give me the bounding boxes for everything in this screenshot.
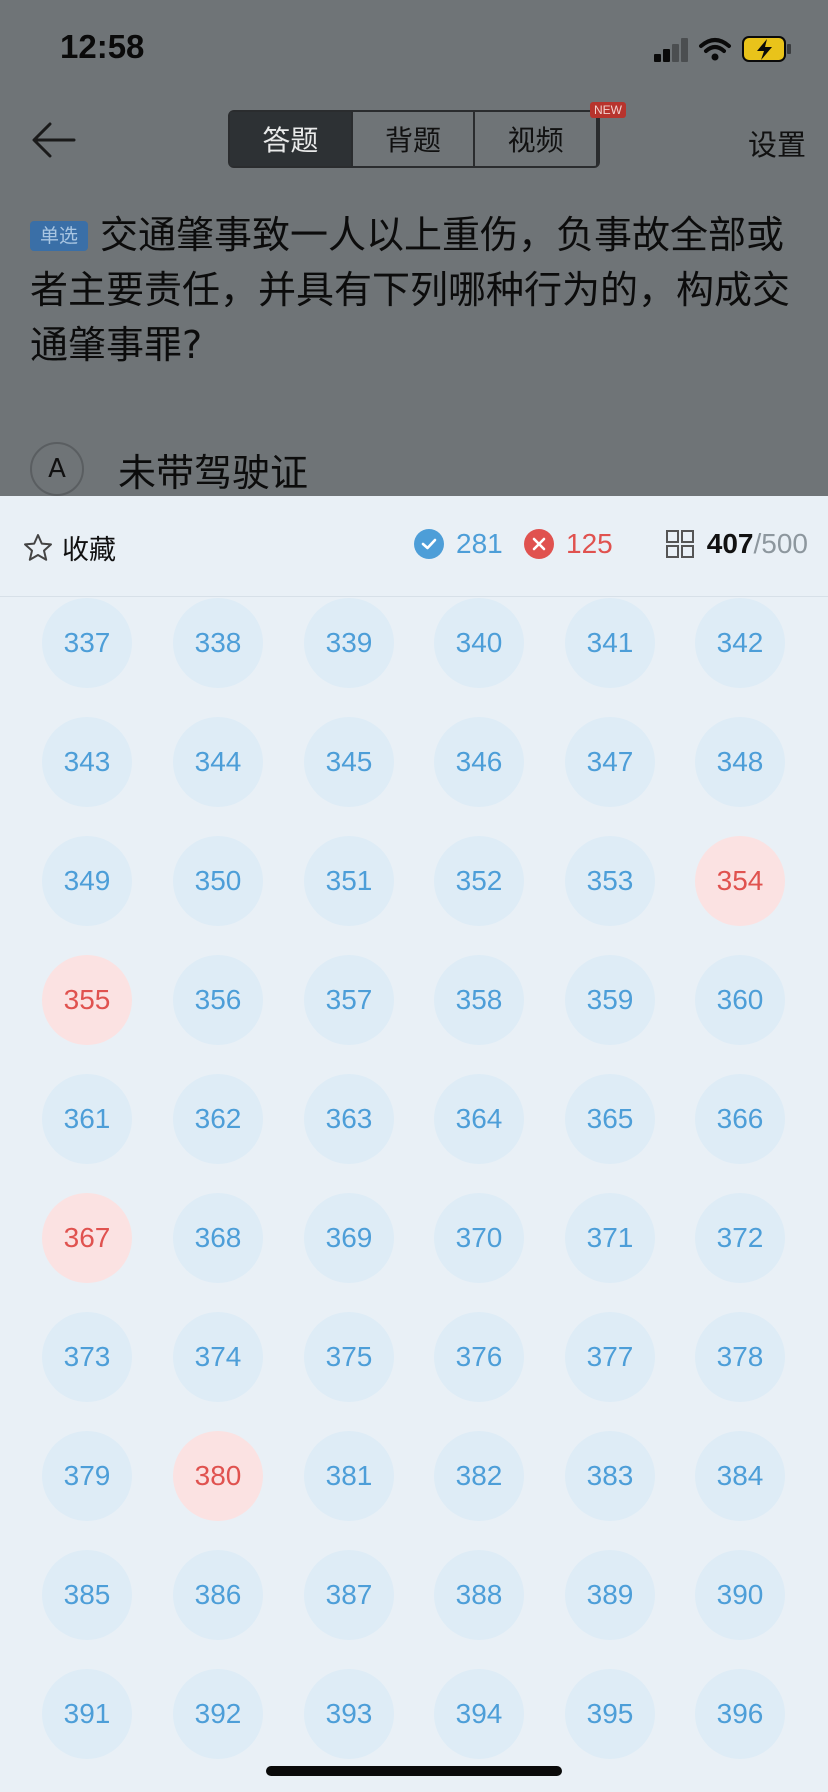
- question-number-cell[interactable]: 368: [173, 1193, 263, 1283]
- question-number-cell[interactable]: 362: [173, 1074, 263, 1164]
- option-a-text: 未带驾驶证: [118, 451, 309, 495]
- question-number-cell[interactable]: 386: [173, 1550, 263, 1640]
- question-number-cell[interactable]: 347: [565, 717, 655, 807]
- wrong-count: 125: [566, 528, 613, 559]
- question-number-cell[interactable]: 382: [434, 1431, 524, 1521]
- question-number-cell[interactable]: 337: [42, 598, 132, 688]
- question-number-cell[interactable]: 388: [434, 1550, 524, 1640]
- question-number-cell[interactable]: 358: [434, 955, 524, 1045]
- option-a[interactable]: A 未带驾驶证: [28, 440, 728, 496]
- progress-current: 407: [706, 528, 754, 559]
- question-number-cell[interactable]: 395: [565, 1669, 655, 1759]
- back-arrow-icon[interactable]: [30, 118, 78, 162]
- question-number-cell[interactable]: 375: [304, 1312, 394, 1402]
- question-type-badge: 单选: [30, 221, 89, 251]
- question-number-cell[interactable]: 357: [304, 955, 394, 1045]
- answer-card-sheet: 收藏 281 125 407/500 337 338 339 340 341 342 343…: [0, 496, 828, 1792]
- question-number-cell[interactable]: 342: [695, 598, 785, 688]
- question-number-cell[interactable]: 339: [304, 598, 394, 688]
- correct-count: 281: [456, 528, 503, 559]
- question-number-cell[interactable]: 373: [42, 1312, 132, 1402]
- favorite-label: 收藏: [62, 535, 116, 566]
- question-number-cell[interactable]: 367: [42, 1193, 132, 1283]
- question-number-cell[interactable]: 365: [565, 1074, 655, 1164]
- settings-button[interactable]: 设置: [748, 122, 806, 164]
- tab-answer[interactable]: 答题: [230, 112, 353, 166]
- home-indicator: [266, 1766, 562, 1776]
- question-number-cell[interactable]: 352: [434, 836, 524, 926]
- question-number-cell[interactable]: 394: [434, 1669, 524, 1759]
- progress-total: /500: [753, 528, 809, 559]
- question-number-cell[interactable]: 385: [42, 1550, 132, 1640]
- question-number-cell[interactable]: 378: [695, 1312, 785, 1402]
- question-number-cell[interactable]: 377: [565, 1312, 655, 1402]
- mode-segmented-control: 答题 背题 视频 NEW: [228, 102, 626, 168]
- question-number-cell[interactable]: 351: [304, 836, 394, 926]
- question-block: 单选 交通肇事致一人以上重伤，负事故全部或者主要责任，并具有下列哪种行为的，构成交…: [30, 208, 800, 373]
- question-number-cell[interactable]: 340: [434, 598, 524, 688]
- question-number-cell[interactable]: 384: [695, 1431, 785, 1521]
- status-bar: 12:58: [0, 0, 828, 100]
- question-number-cell[interactable]: 376: [434, 1312, 524, 1402]
- question-number-cell[interactable]: 341: [565, 598, 655, 688]
- question-number-cell[interactable]: 371: [565, 1193, 655, 1283]
- question-number-cell[interactable]: 353: [565, 836, 655, 926]
- question-number-cell[interactable]: 360: [695, 955, 785, 1045]
- question-number-cell[interactable]: 348: [695, 717, 785, 807]
- question-number-cell[interactable]: 359: [565, 955, 655, 1045]
- question-number-cell[interactable]: 346: [434, 717, 524, 807]
- wifi-icon: [699, 38, 731, 61]
- question-number-cell[interactable]: 338: [173, 598, 263, 688]
- question-number-cell[interactable]: 344: [173, 717, 263, 807]
- question-number-cell[interactable]: 369: [304, 1193, 394, 1283]
- question-number-cell[interactable]: 391: [42, 1669, 132, 1759]
- dimmed-question-area: 12:58 答题 背题 视频 NEW 设置 单选 交通肇事致一人以上重伤，负事故…: [0, 0, 828, 496]
- question-number-cell[interactable]: 363: [304, 1074, 394, 1164]
- question-number-cell[interactable]: 393: [304, 1669, 394, 1759]
- question-number-cell[interactable]: 379: [42, 1431, 132, 1521]
- battery-charging-icon: [742, 36, 791, 62]
- question-number-cell[interactable]: 354: [695, 836, 785, 926]
- question-number-cell[interactable]: 343: [42, 717, 132, 807]
- question-number-cell[interactable]: 383: [565, 1431, 655, 1521]
- question-number-cell[interactable]: 372: [695, 1193, 785, 1283]
- tab-memorize[interactable]: 背题: [353, 112, 476, 166]
- question-number-cell[interactable]: 364: [434, 1074, 524, 1164]
- question-number-cell[interactable]: 345: [304, 717, 394, 807]
- correct-count-stat: 281: [414, 528, 503, 560]
- cross-circle-icon: [524, 529, 554, 559]
- question-number-cell[interactable]: 381: [304, 1431, 394, 1521]
- cellular-signal-icon: [652, 36, 690, 62]
- grid-icon: [665, 530, 694, 558]
- new-badge: NEW: [590, 102, 626, 118]
- question-number-cell[interactable]: 361: [42, 1074, 132, 1164]
- favorite-button[interactable]: 收藏: [22, 528, 116, 567]
- wrong-count-stat: 125: [524, 528, 613, 560]
- question-number-cell[interactable]: 380: [173, 1431, 263, 1521]
- question-number-cell[interactable]: 350: [173, 836, 263, 926]
- option-a-letter: A: [30, 442, 84, 496]
- question-number-cell[interactable]: 396: [695, 1669, 785, 1759]
- question-number-cell[interactable]: 355: [42, 955, 132, 1045]
- question-number-cell[interactable]: 389: [565, 1550, 655, 1640]
- answer-card-header: 收藏 281 125 407/500: [0, 496, 828, 597]
- question-number-cell[interactable]: 392: [173, 1669, 263, 1759]
- tab-video[interactable]: 视频: [475, 112, 599, 166]
- status-time: 12:58: [60, 28, 145, 65]
- question-number-cell[interactable]: 366: [695, 1074, 785, 1164]
- question-number-cell[interactable]: 374: [173, 1312, 263, 1402]
- question-number-cell[interactable]: 390: [695, 1550, 785, 1640]
- question-number-cell[interactable]: 387: [304, 1550, 394, 1640]
- question-text: 交通肇事致一人以上重伤，负事故全部或者主要责任，并具有下列哪种行为的，构成交通肇…: [30, 213, 791, 367]
- progress-indicator[interactable]: 407/500: [665, 528, 808, 560]
- question-number-cell[interactable]: 349: [42, 836, 132, 926]
- check-circle-icon: [414, 529, 444, 559]
- question-number-cell[interactable]: 370: [434, 1193, 524, 1283]
- star-icon: [24, 533, 52, 561]
- navigation-bar: 答题 背题 视频 NEW 设置: [0, 100, 828, 180]
- question-number-cell[interactable]: 356: [173, 955, 263, 1045]
